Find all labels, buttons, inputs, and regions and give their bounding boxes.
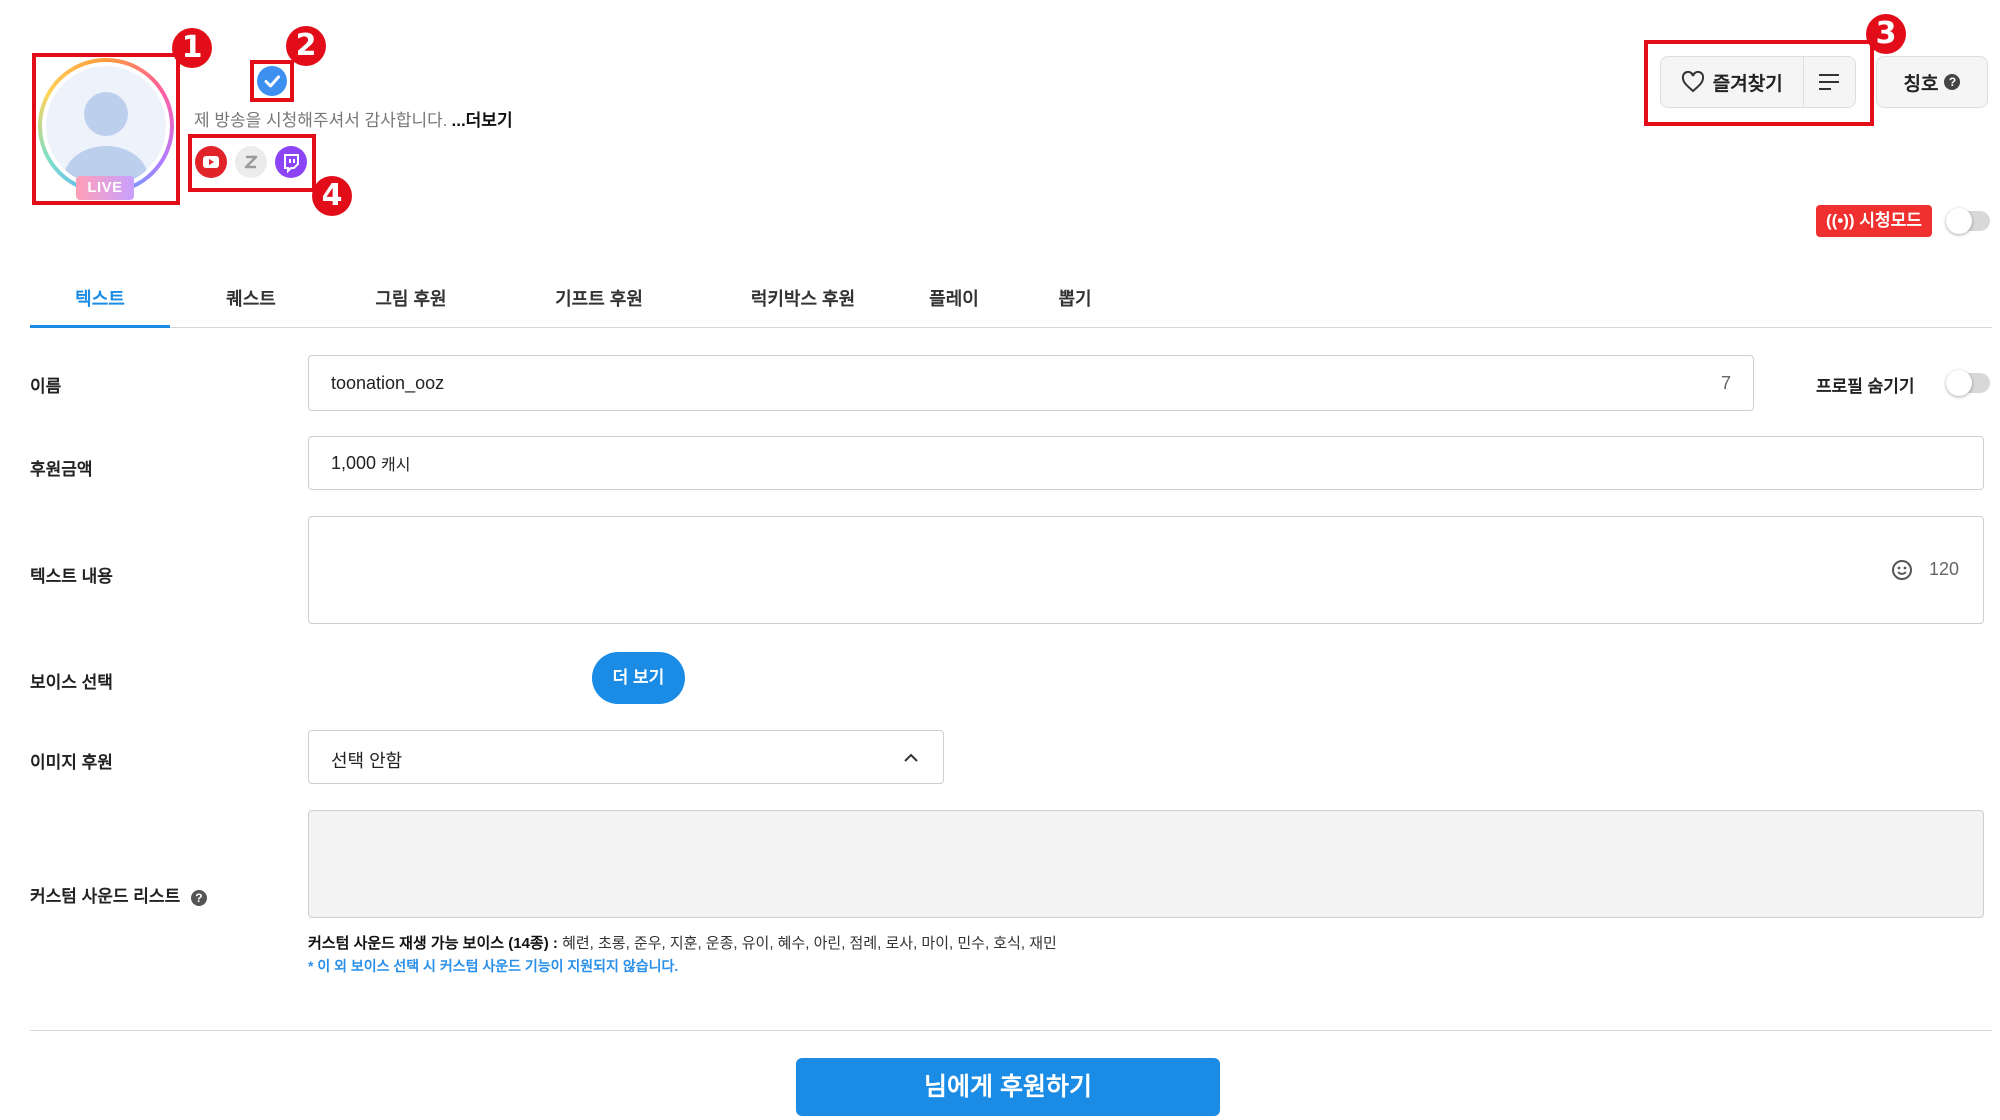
image-donation-select[interactable]: 선택 안함	[308, 730, 944, 784]
voice-note-title: 커스텀 사운드 재생 가능 보이스 (14종) :	[308, 935, 558, 952]
amount-input[interactable]: 1,000 캐시	[308, 436, 1984, 490]
amount-value: 1,000	[331, 453, 377, 473]
amount-label: 후원금액	[30, 460, 93, 479]
watch-mode-toggle[interactable]	[1946, 208, 1990, 234]
help-icon: ?	[1944, 74, 1961, 90]
custom-sound-label: 커스텀 사운드 리스트 ?	[30, 882, 207, 907]
channel-bio: 제 방송을 시청해주셔서 감사합니다. ...더보기	[194, 106, 513, 131]
divider	[30, 1030, 1992, 1031]
image-donation-label: 이미지 후원	[30, 753, 113, 772]
annotation-number-2: 2	[286, 26, 326, 66]
help-icon[interactable]: ?	[190, 890, 207, 906]
name-input[interactable]: toonation_ooz 7	[308, 355, 1754, 411]
custom-sound-label-text: 커스텀 사운드 리스트	[30, 887, 181, 906]
donate-submit-button[interactable]: 님에게 후원하기	[796, 1058, 1220, 1116]
chevron-up-icon	[904, 753, 918, 762]
name-value: toonation_ooz	[331, 373, 445, 393]
annotation-number-4: 4	[312, 176, 352, 216]
image-donation-value: 선택 안함	[331, 751, 403, 771]
emoji-icon[interactable]	[1891, 559, 1913, 581]
custom-sound-list[interactable]	[308, 810, 1984, 918]
amount-unit: 캐시	[381, 457, 411, 474]
tab-quest[interactable]: 퀘스트	[190, 280, 312, 328]
watch-mode-badge: ((•)) 시청모드	[1816, 205, 1932, 237]
tab-text[interactable]: 텍스트	[30, 280, 170, 328]
hide-profile-label: 프로필 숨기기	[1816, 377, 1915, 396]
bio-more-link[interactable]: ...더보기	[452, 111, 513, 130]
annotation-number-1: 1	[172, 28, 212, 68]
annotation-number-3: 3	[1866, 14, 1906, 54]
annotation-box-4	[188, 134, 316, 192]
tab-play[interactable]: 플레이	[888, 280, 1020, 328]
title-label: 칭호	[1903, 73, 1939, 95]
tab-gift[interactable]: 기프트 후원	[510, 280, 688, 328]
text-content-input[interactable]: 120	[308, 516, 1984, 624]
text-content-label: 텍스트 내용	[30, 567, 113, 586]
name-label: 이름	[30, 377, 62, 396]
annotation-box-3	[1644, 40, 1874, 126]
bio-text: 제 방송을 시청해주셔서 감사합니다.	[194, 111, 448, 130]
tab-drawing[interactable]: 그림 후원	[332, 280, 490, 328]
voice-note: 커스텀 사운드 재생 가능 보이스 (14종) : 혜련, 초롱, 준우, 지훈…	[308, 932, 1057, 953]
name-char-count: 7	[1720, 373, 1731, 393]
annotation-box-2	[250, 60, 294, 102]
voice-note-list: 혜련, 초롱, 준우, 지훈, 운종, 유이, 혜수, 아린, 점례, 로사, …	[562, 935, 1057, 952]
title-button[interactable]: 칭호 ?	[1876, 56, 1988, 108]
voice-more-button[interactable]: 더 보기	[592, 652, 685, 704]
annotation-box-1	[32, 53, 180, 205]
voice-warning: * 이 외 보이스 선택 시 커스텀 사운드 기능이 지원되지 않습니다.	[308, 958, 679, 974]
donation-tabs: 텍스트 퀘스트 그림 후원 기프트 후원 럭키박스 후원 플레이 뽑기	[30, 280, 1992, 328]
tab-luckybox[interactable]: 럭키박스 후원	[706, 280, 900, 328]
text-char-limit: 120	[1928, 559, 1959, 579]
voice-label: 보이스 선택	[30, 673, 113, 692]
tab-draw[interactable]: 뽑기	[1020, 280, 1130, 328]
hide-profile-toggle[interactable]	[1946, 370, 1990, 396]
